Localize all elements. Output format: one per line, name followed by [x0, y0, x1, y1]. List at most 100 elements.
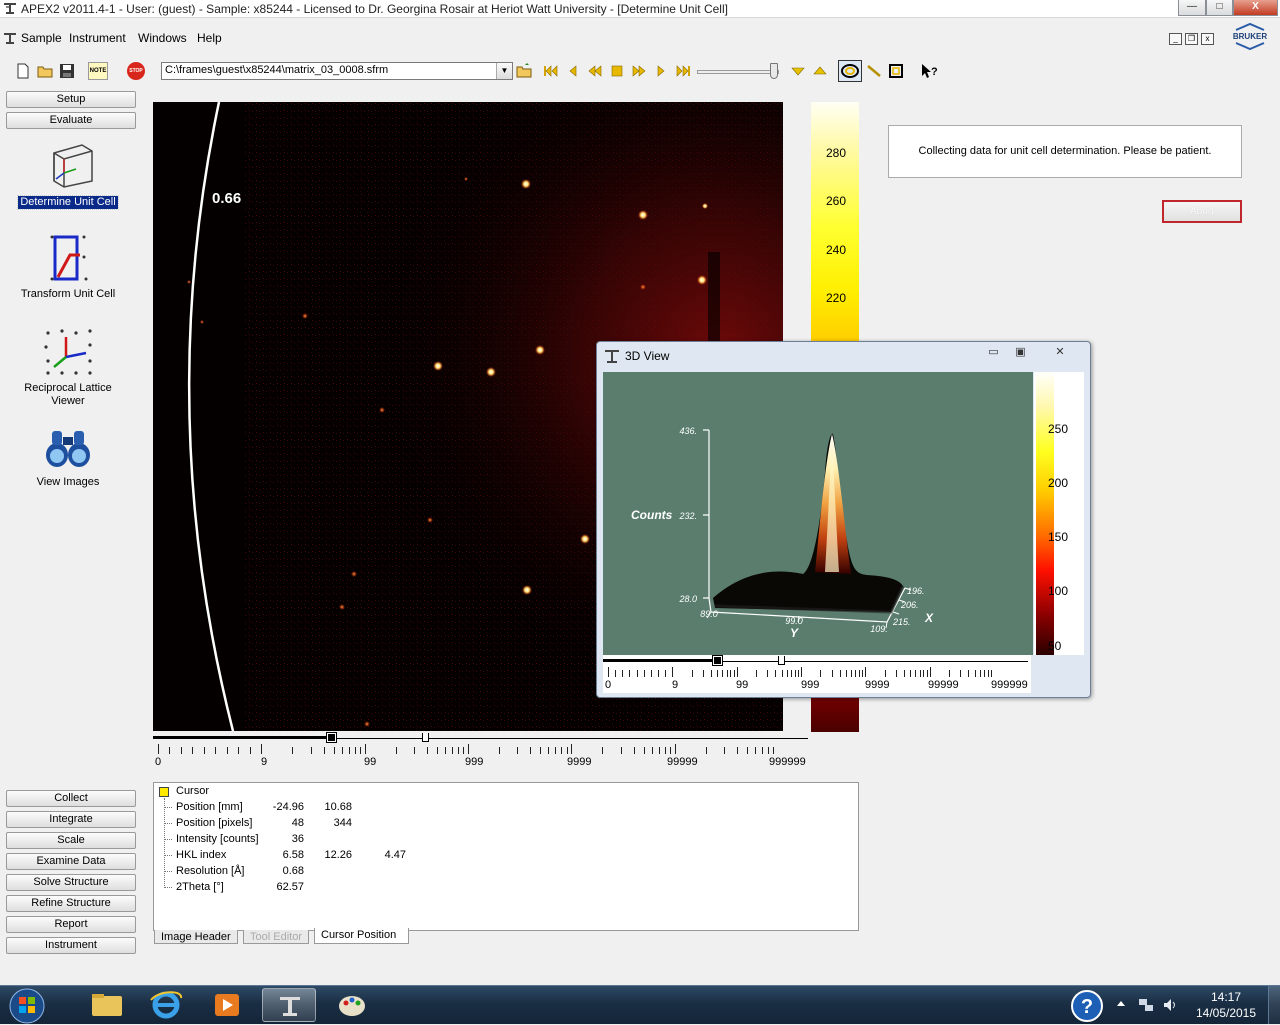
transform-cell-icon	[50, 235, 88, 281]
ruler-tick	[767, 670, 769, 677]
media-player-icon[interactable]	[200, 988, 254, 1022]
first-frame-icon[interactable]	[542, 62, 560, 80]
document-system-icon[interactable]	[3, 31, 17, 45]
examine-data-button[interactable]: Examine Data	[6, 853, 136, 870]
frame-slider[interactable]	[697, 63, 779, 79]
ruler-tick	[530, 747, 532, 754]
browse-folder-icon[interactable]	[515, 62, 533, 80]
tab-image-header[interactable]: Image Header	[154, 930, 238, 944]
cursor-row-value: 48	[291, 817, 304, 829]
view3d-window[interactable]: 3D View ▭ ▣ ✕ 436. 232. 28.0 Counts 89.0	[596, 341, 1091, 698]
evaluate-button[interactable]: Evaluate	[6, 112, 136, 129]
report-button[interactable]: Report	[6, 916, 136, 933]
paint-icon[interactable]	[325, 988, 379, 1022]
ruler-tick	[426, 747, 428, 754]
abort-button[interactable]: Abort	[1162, 200, 1242, 223]
context-help-icon[interactable]: ?	[920, 62, 938, 80]
apex-app-icon[interactable]	[3, 1, 17, 15]
close-button[interactable]: X	[1233, 0, 1278, 16]
minimize-button[interactable]: —	[1178, 0, 1206, 16]
rectangle-tool-icon[interactable]	[887, 62, 905, 80]
instrument-button[interactable]: Instrument	[6, 937, 136, 954]
save-icon[interactable]	[58, 62, 76, 80]
contrast-ruler[interactable]: 0 9 99 999 9999 99999 999999	[153, 732, 808, 769]
line-tool-icon[interactable]	[865, 62, 883, 80]
help-icon[interactable]: ?	[1070, 989, 1104, 1023]
menu-instrument[interactable]: Instrument	[69, 31, 126, 45]
stop-button[interactable]: STOP	[127, 62, 145, 80]
view3d-high-handle[interactable]	[778, 656, 785, 665]
previous-frame-icon[interactable]	[564, 62, 582, 80]
internet-explorer-icon[interactable]	[139, 988, 193, 1022]
contrast-high-handle[interactable]	[422, 733, 429, 742]
explorer-icon[interactable]	[80, 988, 134, 1022]
open-folder-icon[interactable]	[36, 62, 54, 80]
clock-date[interactable]: 14/05/2015	[1194, 1006, 1258, 1020]
ellipse-tool-icon[interactable]	[838, 60, 862, 82]
collect-button[interactable]: Collect	[6, 790, 136, 807]
taskbar-apex2-button[interactable]	[262, 988, 316, 1022]
new-file-icon[interactable]	[14, 62, 32, 80]
ruler-tick	[555, 747, 557, 754]
solve-structure-button[interactable]: Solve Structure	[6, 874, 136, 891]
ruler-tick	[629, 670, 631, 677]
frame-path-value: C:\frames\guest\x85244\matrix_03_0008.sf…	[165, 64, 389, 76]
tab-tool-editor[interactable]: Tool Editor	[243, 930, 309, 944]
frame-path-combobox[interactable]: C:\frames\guest\x85244\matrix_03_0008.sf…	[161, 62, 513, 80]
scale-button[interactable]: Scale	[6, 832, 136, 849]
volume-icon[interactable]	[1162, 997, 1178, 1013]
ruler-tick	[691, 670, 693, 677]
contrast-low-handle[interactable]	[326, 732, 337, 743]
z-axis-label: Counts	[631, 508, 673, 522]
fast-forward-icon[interactable]	[630, 62, 648, 80]
tray-expand-icon[interactable]	[1116, 999, 1126, 1009]
ruler-tick	[463, 747, 465, 754]
scroll-down-icon[interactable]	[789, 62, 807, 80]
ruler-tick	[984, 670, 986, 677]
surface-plot[interactable]: 436. 232. 28.0 Counts 89.0 99.0 109. Y 1…	[603, 372, 1033, 655]
ruler-label: 99999	[928, 679, 959, 691]
start-button-icon[interactable]	[8, 987, 46, 1025]
ruler-tick	[820, 670, 822, 677]
ruler-tick	[669, 747, 671, 754]
window-title: APEX2 v2011.4-1 - User: (guest) - Sample…	[21, 2, 728, 16]
ruler-tick	[457, 747, 459, 754]
view3d-contrast-ruler[interactable]: 0 9 99 999 9999 99999 999999	[603, 655, 1031, 693]
scroll-up-icon[interactable]	[811, 62, 829, 80]
menu-sample[interactable]: Sample	[21, 31, 62, 45]
next-frame-icon[interactable]	[652, 62, 670, 80]
transform-unit-cell-tool[interactable]: Transform Unit Cell	[6, 233, 130, 301]
cursor-row-value: 0.68	[282, 865, 304, 877]
view3d-low-handle[interactable]	[712, 655, 723, 666]
x-axis-label: X	[924, 611, 934, 625]
mdi-close-icon[interactable]: x	[1201, 33, 1214, 45]
menu-help[interactable]: Help	[197, 31, 222, 45]
network-icon[interactable]	[1138, 997, 1154, 1013]
chevron-down-icon[interactable]: ▼	[496, 63, 512, 79]
setup-button[interactable]: Setup	[6, 91, 136, 108]
stop-playback-icon[interactable]	[608, 62, 626, 80]
view3d-maximize-icon[interactable]: ▣	[1008, 345, 1033, 361]
menu-windows[interactable]: Windows	[138, 31, 187, 45]
maximize-button[interactable]: □	[1206, 0, 1233, 16]
view3d-close-icon[interactable]: ✕	[1035, 345, 1085, 361]
mdi-minimize-icon[interactable]: _	[1169, 33, 1182, 45]
rewind-icon[interactable]	[586, 62, 604, 80]
y-tick: 109.	[870, 624, 888, 634]
determine-unit-cell-tool[interactable]: Determine Unit Cell	[6, 141, 130, 210]
view3d-minimize-icon[interactable]: ▭	[981, 345, 1006, 361]
note-button[interactable]: NOTE	[88, 62, 108, 80]
refine-structure-button[interactable]: Refine Structure	[6, 895, 136, 912]
tab-cursor-position[interactable]: Cursor Position	[314, 928, 409, 944]
integrate-button[interactable]: Integrate	[6, 811, 136, 828]
tree-root-cursor[interactable]: Cursor	[176, 785, 209, 797]
mdi-restore-icon[interactable]: ❐	[1185, 33, 1198, 45]
clock-time[interactable]: 14:17	[1207, 990, 1245, 1004]
last-frame-icon[interactable]	[674, 62, 692, 80]
cursor-position-panel[interactable]: Cursor Position [mm] -24.96 10.68 Positi…	[153, 782, 859, 931]
show-desktop-button[interactable]	[1268, 986, 1280, 1024]
colorscale-tick: 240	[826, 243, 847, 257]
frame-slider-thumb[interactable]	[770, 63, 778, 79]
view-images-tool[interactable]: View Images	[6, 427, 130, 489]
reciprocal-lattice-viewer-tool[interactable]: Reciprocal Lattice Viewer	[6, 327, 130, 408]
